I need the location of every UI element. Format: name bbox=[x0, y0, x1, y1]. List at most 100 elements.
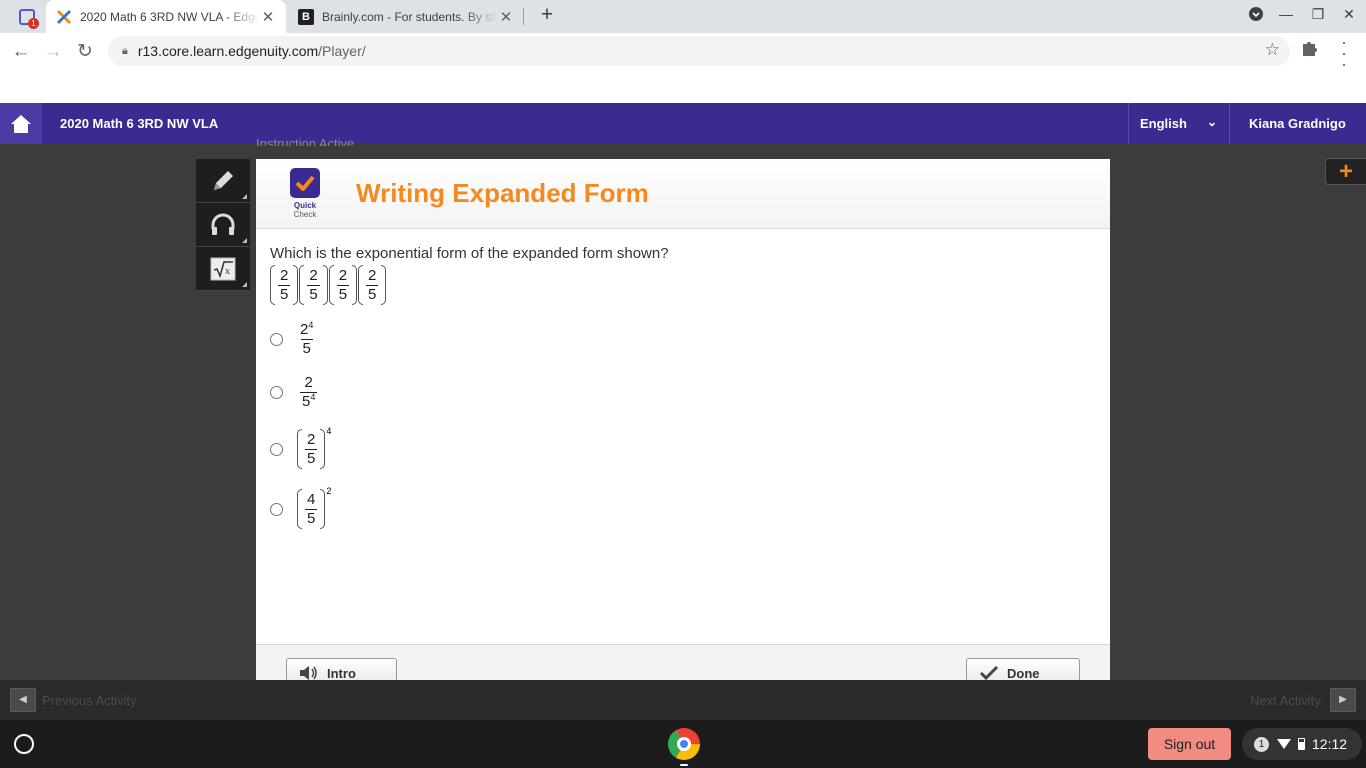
badge-line1: Quick bbox=[293, 201, 317, 210]
intro-label: Intro bbox=[327, 665, 356, 681]
reload-icon[interactable]: ↻ bbox=[72, 39, 98, 65]
denominator-exponent: 4 bbox=[310, 392, 316, 402]
home-button[interactable] bbox=[0, 103, 42, 144]
forward-arrow-icon[interactable]: → bbox=[40, 39, 66, 65]
answer-option-d[interactable]: 45 2 bbox=[270, 486, 332, 529]
done-button[interactable]: Done bbox=[966, 658, 1080, 680]
edgenuity-x-icon bbox=[56, 9, 72, 24]
tool-math[interactable]: x bbox=[196, 247, 250, 291]
fraction-numerator: 2 bbox=[309, 266, 318, 284]
running-indicator bbox=[680, 764, 688, 766]
answer-fraction: 24 5 bbox=[297, 321, 316, 358]
fraction-denominator: 5 bbox=[336, 284, 350, 303]
language-select[interactable]: English ⌄ bbox=[1128, 103, 1230, 144]
window-close-icon[interactable]: ✕ bbox=[1338, 6, 1360, 23]
check-icon bbox=[979, 665, 999, 680]
radio-button[interactable] bbox=[270, 386, 283, 399]
outer-exponent: 4 bbox=[326, 426, 332, 436]
fraction-denominator: 5 bbox=[278, 284, 291, 303]
tab-search-icon[interactable] bbox=[1245, 6, 1267, 25]
bookmark-star-icon[interactable]: ☆ bbox=[1265, 40, 1280, 60]
activity-navigation-bar: ◀ Previous Activity Next Activity ▶ bbox=[0, 680, 1366, 720]
fraction-numerator: 2 bbox=[304, 374, 313, 391]
minimize-icon[interactable]: — bbox=[1275, 6, 1297, 22]
calendar-icon: 1 bbox=[19, 8, 39, 29]
radio-button[interactable] bbox=[270, 333, 283, 346]
intro-button[interactable]: Intro bbox=[286, 658, 397, 680]
browser-menu-icon[interactable]: · · · bbox=[1334, 33, 1354, 73]
launcher-circle-icon[interactable] bbox=[14, 734, 34, 754]
clock-time: 12:12 bbox=[1312, 736, 1348, 752]
tool-pencil[interactable] bbox=[196, 159, 250, 203]
checkmark-icon bbox=[290, 168, 320, 198]
chrome-icon[interactable] bbox=[668, 728, 700, 760]
url-path: /Player/ bbox=[318, 43, 366, 59]
tool-palette: x bbox=[196, 159, 250, 291]
radio-button[interactable] bbox=[270, 442, 283, 456]
user-name[interactable]: Kiana Gradnigo bbox=[1249, 116, 1346, 131]
back-arrow-icon[interactable]: ← bbox=[8, 39, 34, 65]
card-header: Quick Check Writing Expanded Form bbox=[256, 159, 1110, 229]
language-label: English bbox=[1140, 116, 1187, 131]
course-title: 2020 Math 6 3RD NW VLA bbox=[60, 116, 219, 131]
url-host: r13.core.learn.edgenuity.com bbox=[137, 43, 319, 59]
page-title: Writing Expanded Form bbox=[356, 178, 649, 208]
radio-button[interactable] bbox=[270, 502, 283, 516]
browser-toolbar: ← → ↻ 🔒︎ r13.core.learn.edgenuity.com/Pl… bbox=[0, 33, 1366, 73]
quick-check-badge: Quick Check bbox=[288, 168, 322, 219]
sign-out-button[interactable]: Sign out bbox=[1148, 728, 1231, 760]
paren-fraction: 25 bbox=[299, 265, 328, 305]
home-icon bbox=[11, 114, 31, 133]
calendar-badge: 1 bbox=[28, 17, 39, 29]
fraction-numerator: 2 bbox=[307, 430, 316, 448]
answer-option-a[interactable]: 24 5 bbox=[270, 321, 316, 358]
restore-icon[interactable]: ❐ bbox=[1307, 6, 1329, 23]
tool-audio[interactable] bbox=[196, 203, 250, 247]
numerator-exponent: 4 bbox=[308, 320, 314, 330]
previous-activity-label[interactable]: Previous Activity bbox=[42, 693, 137, 708]
fraction-denominator: 5 bbox=[300, 339, 313, 357]
notification-count: 1 bbox=[1254, 736, 1269, 752]
headphones-icon bbox=[211, 213, 235, 235]
status-tray[interactable]: 1 12:12 bbox=[1242, 728, 1362, 760]
caret-right-icon: ▶ bbox=[1339, 694, 1347, 705]
extensions-puzzle-icon[interactable] bbox=[1300, 39, 1318, 62]
answer-option-c[interactable]: 25 4 bbox=[270, 426, 332, 469]
badge-line2: Check bbox=[293, 210, 317, 219]
browser-tab-strip: 1 2020 Math 6 3RD NW VLA - Edgenuity ✕ B… bbox=[0, 0, 1366, 33]
next-activity-button[interactable]: ▶ bbox=[1330, 688, 1356, 712]
close-icon[interactable]: ✕ bbox=[260, 8, 276, 26]
address-bar[interactable]: 🔒︎ r13.core.learn.edgenuity.com/Player/ … bbox=[108, 36, 1290, 66]
tab-brainly[interactable]: B Brainly.com - For students. By student… bbox=[288, 0, 524, 33]
lock-icon: 🔒︎ bbox=[122, 44, 128, 57]
expanded-form: 25 25 25 25 bbox=[270, 265, 387, 305]
paren-fraction: 25 bbox=[358, 265, 387, 305]
previous-activity-button[interactable]: ◀ bbox=[10, 688, 36, 712]
speaker-icon bbox=[300, 666, 317, 680]
tab-title: Brainly.com - For students. By students. bbox=[322, 9, 498, 24]
expand-plus-button[interactable]: + bbox=[1325, 158, 1366, 185]
paren-fraction: 25 bbox=[270, 265, 299, 305]
fraction-denominator: 5 bbox=[305, 448, 318, 467]
chevron-down-icon: ⌄ bbox=[1206, 115, 1217, 129]
pencil-icon bbox=[214, 170, 233, 190]
app-header: 2020 Math 6 3RD NW VLA English ⌄ Kiana G… bbox=[0, 103, 1366, 144]
done-label: Done bbox=[1007, 665, 1040, 681]
os-shelf: Sign out 1 12:12 bbox=[0, 720, 1366, 768]
card-footer: Intro Done bbox=[256, 644, 1110, 680]
bookmark-bar-area bbox=[0, 70, 1366, 103]
new-tab-plus-icon[interactable]: + bbox=[536, 4, 558, 27]
tab-calendar[interactable]: 1 bbox=[8, 0, 46, 33]
next-activity-label[interactable]: Next Activity bbox=[1250, 693, 1321, 708]
fraction-denominator: 5 bbox=[366, 284, 379, 303]
tab-edgenuity[interactable]: 2020 Math 6 3RD NW VLA - Edgenuity ✕ bbox=[46, 0, 286, 33]
paren-fraction: 45 2 bbox=[297, 486, 331, 529]
fraction-denominator: 5 bbox=[307, 284, 320, 303]
answer-option-b[interactable]: 2 54 bbox=[270, 374, 320, 411]
close-icon[interactable]: ✕ bbox=[498, 8, 514, 26]
fraction-denominator: 5 bbox=[305, 508, 318, 527]
square-root-icon: x bbox=[210, 257, 236, 280]
wifi-icon bbox=[1277, 739, 1291, 749]
fraction-numerator: 2 bbox=[338, 266, 348, 284]
svg-text:x: x bbox=[225, 267, 230, 277]
